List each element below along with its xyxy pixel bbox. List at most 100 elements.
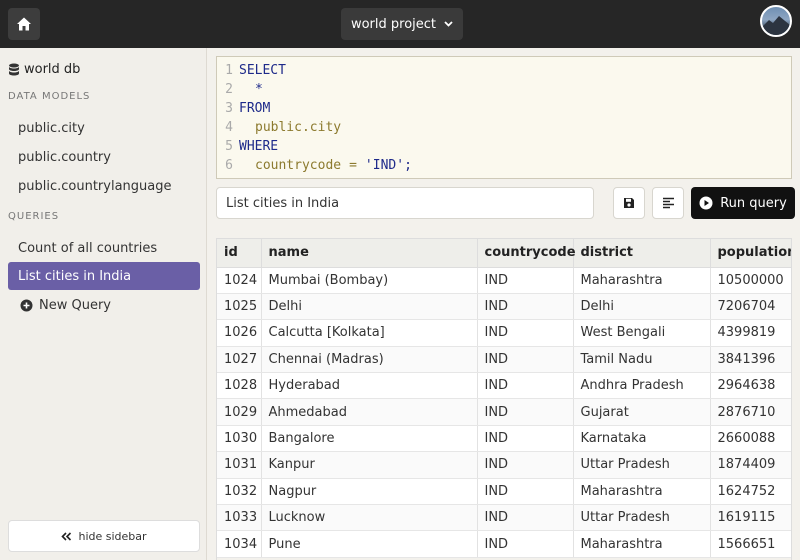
cell-id: 1032 [217,478,262,506]
column-header-id[interactable]: id [217,239,262,268]
table-row[interactable]: 1031 Kanpur IND Uttar Pradesh 1874409 [217,451,791,479]
line-number: 4 [225,120,233,135]
cell-population: 3841396 [710,346,791,374]
cell-population: 1566651 [710,530,791,558]
plus-circle-icon [20,299,33,312]
cell-district: Delhi [573,293,711,321]
query-name-input[interactable]: List cities in India [216,187,594,219]
operator-token: = [349,158,357,173]
cell-countrycode: IND [477,451,574,479]
cell-district: West Bengali [573,319,711,347]
data-models-heading: DATA MODELS [8,91,91,102]
hide-sidebar-button[interactable]: hide sidebar [8,520,200,552]
user-avatar[interactable] [760,5,792,37]
sql-editor[interactable]: 1 SELECT 2 * 3 FROM 4 public.city 5 WHER… [216,56,792,179]
keyword-where: WHERE [239,139,279,154]
project-selector[interactable]: world project [341,8,463,40]
cell-district: Uttar Pradesh [573,504,711,532]
table-header-row: id name countrycode district population [217,239,791,268]
cell-id: 1024 [217,267,262,294]
cell-district: Maharashtra [573,267,711,294]
cell-id: 1027 [217,346,262,374]
cell-id: 1031 [217,451,262,479]
cell-district: Maharashtra [573,530,711,558]
table-row[interactable]: 1024 Mumbai (Bombay) IND Maharashtra 1050000… [217,267,791,294]
line-number: 3 [225,101,233,116]
sidebar-item-public-country[interactable]: public.country [8,143,200,171]
line-number: 6 [225,158,233,173]
format-button[interactable] [652,187,684,219]
cell-countrycode: IND [477,398,574,426]
cell-name: Bangalore [261,425,478,453]
cell-district: Andhra Pradesh [573,372,711,400]
cell-id: 1026 [217,319,262,347]
string-token: 'IND' [364,158,405,173]
cell-population: 1874409 [710,451,791,479]
table-row[interactable]: 1026 Calcutta [Kolkata] IND West Bengali 439… [217,319,791,347]
new-query-button[interactable]: New Query [20,298,111,313]
sidebar-item-count-countries[interactable]: Count of all countries [8,234,200,262]
cell-district: Uttar Pradesh [573,451,711,479]
cell-name: Chennai (Madras) [261,346,478,374]
table-row[interactable]: 1027 Chennai (Madras) IND Tamil Nadu 3841396 [217,346,791,374]
code-line-3: 3 FROM [217,99,270,118]
cell-name: Delhi [261,293,478,321]
align-left-icon [662,197,674,209]
column-header-name[interactable]: name [261,239,478,268]
table-token: public.city [255,120,342,135]
column-header-countrycode[interactable]: countrycode [477,239,576,268]
double-chevron-left-icon [61,531,72,541]
cell-population: 2964638 [710,372,791,400]
line-number: 2 [225,82,233,97]
table-row[interactable]: 1032 Nagpur IND Maharashtra 1624752 [217,478,791,506]
cell-id: 1029 [217,398,262,426]
table-row[interactable]: 1034 Pune IND Maharashtra 1566651 [217,530,791,558]
hide-sidebar-label: hide sidebar [78,529,147,543]
sidebar-item-public-countrylanguage[interactable]: public.countrylanguage [8,172,200,200]
cell-countrycode: IND [477,267,574,294]
run-query-label: Run query [720,195,787,211]
queries-heading: QUERIES [8,211,60,222]
cell-name: Hyderabad [261,372,478,400]
cell-name: Mumbai (Bombay) [261,267,478,294]
cell-id: 1028 [217,372,262,400]
home-icon [17,17,31,31]
table-row[interactable]: 1033 Lucknow IND Uttar Pradesh 1619115 [217,504,791,532]
save-button[interactable] [613,187,645,219]
cell-name: Pune [261,530,478,558]
cell-countrycode: IND [477,319,574,347]
cell-countrycode: IND [477,530,574,558]
play-circle-icon [699,196,713,210]
keyword-select: SELECT [239,63,286,78]
cell-name: Kanpur [261,451,478,479]
table-row[interactable]: 1029 Ahmedabad IND Gujarat 2876710 [217,398,791,426]
cell-population: 1624752 [710,478,791,506]
sidebar: world db DATA MODELS public.city public.… [0,48,207,560]
table-row[interactable]: 1025 Delhi IND Delhi 7206704 [217,293,791,321]
sidebar-item-public-city[interactable]: public.city [8,114,200,142]
table-row[interactable]: 1028 Hyderabad IND Andhra Pradesh 2964638 [217,372,791,400]
cell-name: Calcutta [Kolkata] [261,319,478,347]
database-icon [9,63,19,76]
run-query-button[interactable]: Run query [691,187,795,219]
column-header-district[interactable]: district [573,239,711,268]
cell-population: 4399819 [710,319,791,347]
chevron-down-icon [444,21,453,27]
cell-population: 10500000 [710,267,791,294]
star-token: * [255,82,263,97]
line-number: 1 [225,63,233,78]
table-row[interactable]: 1030 Bangalore IND Karnataka 2660088 [217,425,791,453]
avatar-image [762,16,790,35]
cell-id: 1033 [217,504,262,532]
code-line-6: 6 countrycode = 'IND' ; [217,156,412,175]
cell-population: 2660088 [710,425,791,453]
code-line-1: 1 SELECT [217,61,286,80]
cell-id: 1030 [217,425,262,453]
home-button[interactable] [8,8,40,40]
sidebar-item-list-cities-india[interactable]: List cities in India [8,262,200,290]
column-header-population[interactable]: population [710,239,791,268]
cell-population: 2876710 [710,398,791,426]
cell-countrycode: IND [477,478,574,506]
cell-name: Lucknow [261,504,478,532]
cell-countrycode: IND [477,346,574,374]
